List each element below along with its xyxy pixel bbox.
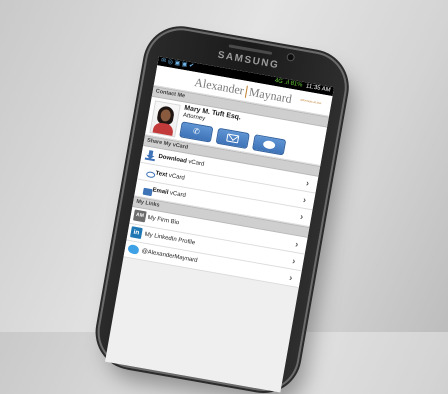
- chevron-right-icon: ›: [305, 177, 310, 189]
- chevron-right-icon: ›: [302, 194, 307, 206]
- avatar-body: [152, 121, 175, 138]
- message-button[interactable]: [252, 134, 287, 156]
- email-button[interactable]: [215, 127, 250, 150]
- logo-right-text: Maynard: [247, 84, 294, 106]
- download-icon: [144, 150, 157, 162]
- twitter-icon: [127, 243, 140, 255]
- front-camera: [287, 53, 295, 61]
- phone-body: SAMSUNG ✉ ◎ ▣ ▣ ✔ 4G .ıl 81% 11:35 AM Al…: [94, 24, 351, 394]
- envelope-icon: [139, 183, 153, 197]
- chat-bubble-icon: [142, 166, 156, 179]
- avatar: [149, 100, 181, 138]
- linkedin-icon: in: [130, 226, 143, 239]
- chevron-right-icon: ›: [288, 272, 294, 283]
- chevron-right-icon: ›: [299, 211, 305, 222]
- phone-screen: ✉ ◎ ▣ ▣ ✔ 4G .ıl 81% 11:35 AM Alexander|…: [105, 56, 335, 393]
- phone-icon: ✆: [192, 126, 201, 137]
- logo-left-text: Alexander: [193, 75, 246, 98]
- chevron-right-icon: ›: [294, 238, 300, 250]
- chat-bubble-icon: [262, 139, 276, 150]
- chevron-right-icon: ›: [291, 255, 297, 267]
- envelope-icon: [226, 133, 240, 144]
- logo-tagline: attorneys at law: [300, 97, 322, 106]
- call-button[interactable]: ✆: [179, 121, 214, 143]
- firm-logo-icon: AM: [132, 209, 147, 223]
